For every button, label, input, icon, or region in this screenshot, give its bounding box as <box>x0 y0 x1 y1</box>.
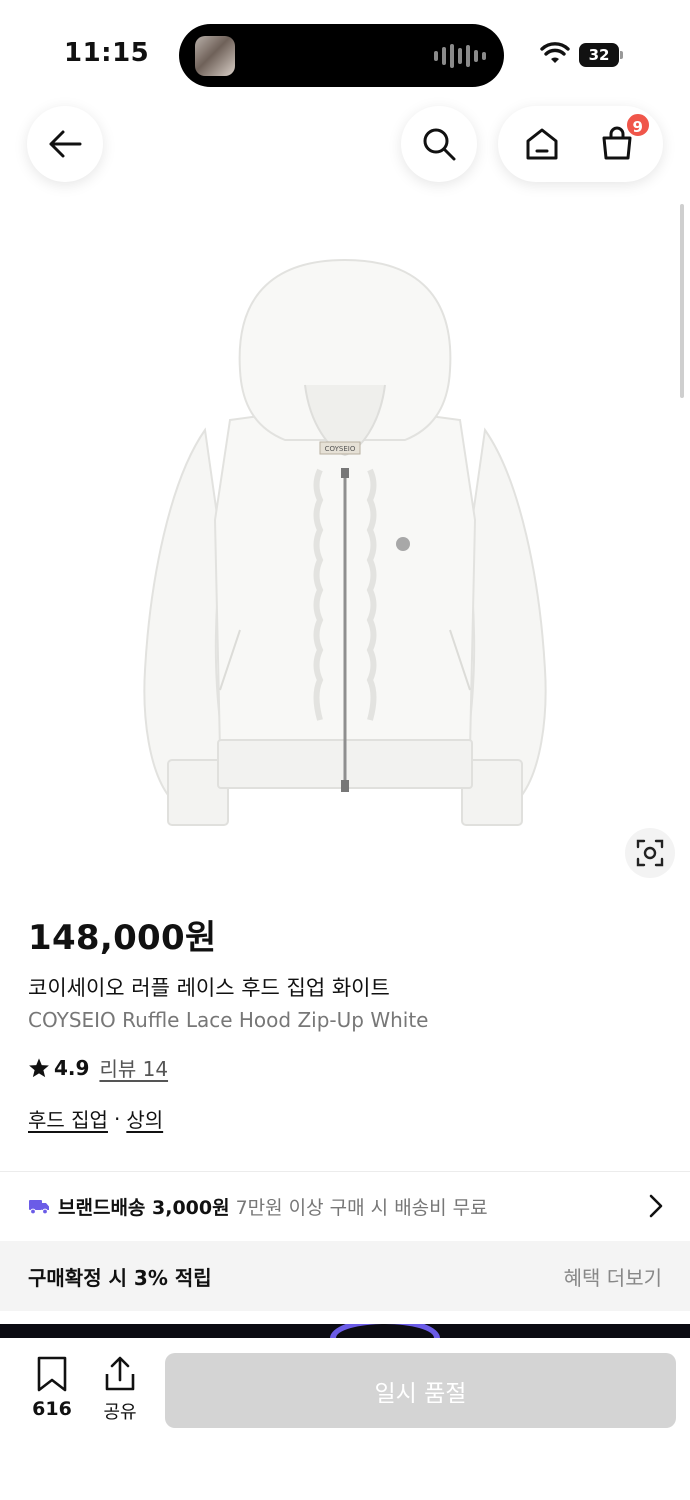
review-link[interactable]: 리뷰 14 <box>99 1053 168 1082</box>
share-icon <box>105 1356 135 1391</box>
lens-search-button[interactable] <box>625 828 675 878</box>
garment-label-text: COYSEIO <box>325 445 356 453</box>
bottom-action-bar: 616 공유 일시 품절 <box>0 1338 690 1500</box>
shipping-title: 브랜드배송 3,000원 <box>58 1196 230 1219</box>
home-cart-group: 9 <box>498 106 663 182</box>
product-image[interactable]: COYSEIO <box>130 250 560 840</box>
category-breadcrumb: 후드 집업 · 상의 <box>28 1104 163 1133</box>
dynamic-island[interactable] <box>179 24 504 87</box>
back-arrow-icon <box>49 130 82 158</box>
search-button[interactable] <box>401 106 477 182</box>
share-label: 공유 <box>103 1402 137 1423</box>
shipping-info-row[interactable]: 브랜드배송 3,000원 7만원 이상 구매 시 배송비 무료 <box>0 1172 690 1240</box>
chevron-right-icon <box>649 1194 663 1218</box>
home-icon[interactable] <box>524 126 560 162</box>
benefit-more-link[interactable]: 혜택 더보기 <box>564 1262 662 1291</box>
bookmark-button[interactable]: 616 <box>30 1356 74 1420</box>
share-button[interactable]: 공유 <box>98 1356 142 1424</box>
sold-out-button[interactable]: 일시 품절 <box>165 1353 676 1428</box>
category-link-hood-zipup[interactable]: 후드 집업 <box>28 1104 108 1133</box>
back-button[interactable] <box>27 106 103 182</box>
product-name-english: COYSEIO Ruffle Lace Hood Zip-Up White <box>28 1008 429 1032</box>
rating-row: 4.9 리뷰 14 <box>28 1053 168 1082</box>
cart-button[interactable]: 9 <box>597 112 651 164</box>
truck-icon <box>29 1200 49 1215</box>
shipping-description: 7만원 이상 구매 시 배송비 무료 <box>235 1196 488 1219</box>
scroll-indicator <box>680 204 684 398</box>
bookmark-icon <box>37 1356 67 1392</box>
product-name-korean: 코이세이오 러플 레이스 후드 집업 화이트 <box>28 976 390 1000</box>
audio-wave-icon <box>434 42 486 70</box>
status-time: 11:15 <box>64 38 150 68</box>
now-playing-thumbnail <box>195 36 235 76</box>
lens-search-icon <box>636 839 664 867</box>
benefit-text: 구매확정 시 3% 적립 <box>28 1265 212 1290</box>
bookmark-count: 616 <box>32 1398 72 1420</box>
wifi-icon <box>540 42 570 63</box>
star-icon <box>29 1057 49 1077</box>
search-icon <box>423 128 456 161</box>
category-link-tops[interactable]: 상의 <box>126 1104 163 1133</box>
cart-badge: 9 <box>624 112 651 138</box>
benefit-row: 구매확정 시 3% 적립 혜택 더보기 <box>0 1241 690 1311</box>
battery-indicator: 32 <box>579 43 619 67</box>
rating-value: 4.9 <box>54 1055 90 1080</box>
battery-nub <box>620 51 623 59</box>
product-price: 148,000원 <box>28 918 217 958</box>
category-separator: · <box>113 1106 121 1131</box>
